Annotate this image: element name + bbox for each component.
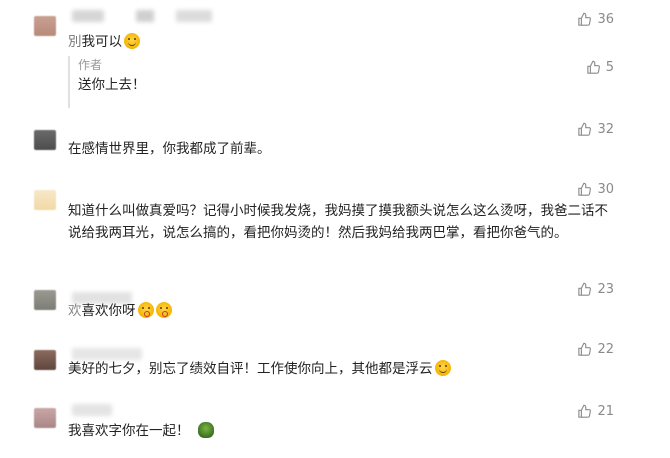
comment-text: 欢喜欢你呀 — [68, 300, 608, 322]
blurred-prefix: 別 — [68, 34, 82, 50]
commenter-name — [176, 10, 212, 22]
comment-body: 喜欢你呀 — [81, 303, 136, 319]
comment-item: 美好的七夕，别忘了绩效自评！工作使你向上，其他都是浮云 22 — [0, 342, 670, 398]
commenter-name — [72, 10, 104, 22]
like-button[interactable]: 21 — [577, 404, 614, 419]
thumbs-up-icon — [578, 182, 592, 196]
grin-emoji-icon — [124, 33, 140, 49]
thumbs-up-icon — [578, 282, 592, 296]
like-button[interactable]: 32 — [577, 122, 614, 137]
thumbs-up-icon — [578, 122, 592, 136]
author-reply-text: 送你上去！ — [78, 77, 146, 93]
comment-body: 我喜欢字你在一起！ — [68, 423, 190, 439]
comment-item: 在感情世界里，你我都成了前辈。 32 — [0, 118, 670, 178]
comment-text: 別我可以 — [68, 31, 608, 53]
like-button[interactable]: 36 — [577, 12, 614, 27]
comment-text: 美好的七夕，别忘了绩效自评！工作使你向上，其他都是浮云 — [68, 358, 608, 380]
commenter-name — [72, 404, 112, 416]
comment-item: 欢喜欢你呀 23 — [0, 282, 670, 342]
like-count: 32 — [597, 122, 614, 137]
thumbs-up-icon — [587, 60, 600, 74]
like-button[interactable]: 5 — [586, 60, 614, 75]
author-reply: 作者 送你上去！ — [68, 56, 608, 108]
like-button[interactable]: 30 — [577, 182, 614, 197]
like-button[interactable]: 22 — [577, 342, 614, 357]
comment-body: 美好的七夕，别忘了绩效自评！工作使你向上，其他都是浮云 — [68, 361, 433, 377]
kiss-emoji-icon — [137, 302, 154, 318]
thumbs-up-icon — [578, 404, 592, 418]
grin-emoji-icon — [434, 360, 451, 376]
comment-item: 別我可以 36 作者 送你上去！ 5 — [0, 0, 670, 118]
like-count: 22 — [597, 342, 614, 357]
like-button[interactable]: 23 — [577, 282, 614, 297]
comment-text: 在感情世界里，你我都成了前辈。 — [68, 141, 271, 157]
like-count: 30 — [597, 182, 614, 197]
avatar[interactable] — [34, 408, 56, 428]
avatar[interactable] — [34, 16, 56, 36]
comment-item: 知道什么叫做真爱吗？记得小时候我发烧，我妈摸了摸我额头说怎么这么烫呀，我爸二话不… — [0, 178, 670, 286]
like-count: 23 — [597, 282, 614, 297]
thumbs-up-icon — [578, 342, 592, 356]
avatar[interactable] — [34, 130, 56, 150]
turtle-emoji-icon — [197, 422, 214, 438]
avatar[interactable] — [34, 290, 56, 310]
comment-item: 我喜欢字你在一起！ 21 — [0, 398, 670, 458]
avatar[interactable] — [34, 350, 56, 370]
comment-text: 我喜欢字你在一起！ — [68, 420, 608, 442]
comment-body: 我可以 — [81, 34, 123, 50]
author-role-label: 作者 — [78, 58, 103, 72]
kiss-emoji-icon — [155, 302, 172, 318]
thumbs-up-icon — [578, 12, 592, 26]
like-count: 21 — [597, 404, 614, 419]
comment-text: 知道什么叫做真爱吗？记得小时候我发烧，我妈摸了摸我额头说怎么这么烫呀，我爸二话不… — [68, 203, 608, 241]
blurred-prefix: 欢 — [68, 303, 82, 319]
commenter-name — [136, 10, 154, 22]
avatar[interactable] — [34, 190, 56, 210]
like-count: 5 — [605, 60, 614, 75]
like-count: 36 — [597, 12, 614, 27]
